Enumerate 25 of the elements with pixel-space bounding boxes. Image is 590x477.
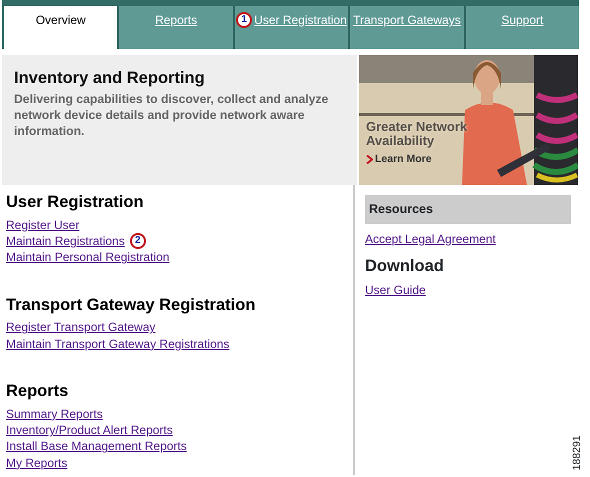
learn-more-link[interactable]: Learn More xyxy=(366,152,432,168)
nav-link-text[interactable]: Register Transport Gateway xyxy=(6,319,156,336)
callout-marker: 2 xyxy=(130,233,146,250)
section-heading: User Registration xyxy=(6,193,145,213)
nav-link-text[interactable]: Maintain Transport Gateway Registrations xyxy=(6,336,230,352)
nav-link-text[interactable]: Register User xyxy=(6,216,80,234)
resources-header: Resources xyxy=(365,195,571,224)
figure-number: 188291 xyxy=(570,434,584,472)
callout-marker: 1 xyxy=(236,12,252,28)
banner-description: Delivering capabilities to discover, collect and analyze network device details and provide network aware information. xyxy=(14,90,330,139)
nav-link-text[interactable]: User Guide xyxy=(365,282,426,298)
banner-title: Inventory and Reporting xyxy=(14,69,206,89)
section-heading: Download xyxy=(365,257,445,277)
nav-link-text[interactable]: Inventory/Product Alert Reports xyxy=(6,422,173,438)
nav-link-text[interactable]: Maintain Personal Registration xyxy=(6,249,170,266)
nav-link-text[interactable]: Summary Reports xyxy=(6,406,103,422)
section-heading: Reports xyxy=(6,382,70,402)
nav-link-text[interactable]: Install Base Management Reports xyxy=(6,438,187,455)
nav-link-text[interactable]: Accept Legal Agreement xyxy=(365,230,496,248)
chevron-icon xyxy=(366,155,373,164)
nav-tab[interactable]: Overview xyxy=(2,6,118,49)
nav-link-text[interactable]: My Reports xyxy=(6,454,68,472)
section-heading: Transport Gateway Registration xyxy=(6,296,256,316)
nav-link-text[interactable]: Maintain Registrations xyxy=(6,233,125,250)
nav-tab[interactable]: 1 User Registration xyxy=(232,6,348,49)
